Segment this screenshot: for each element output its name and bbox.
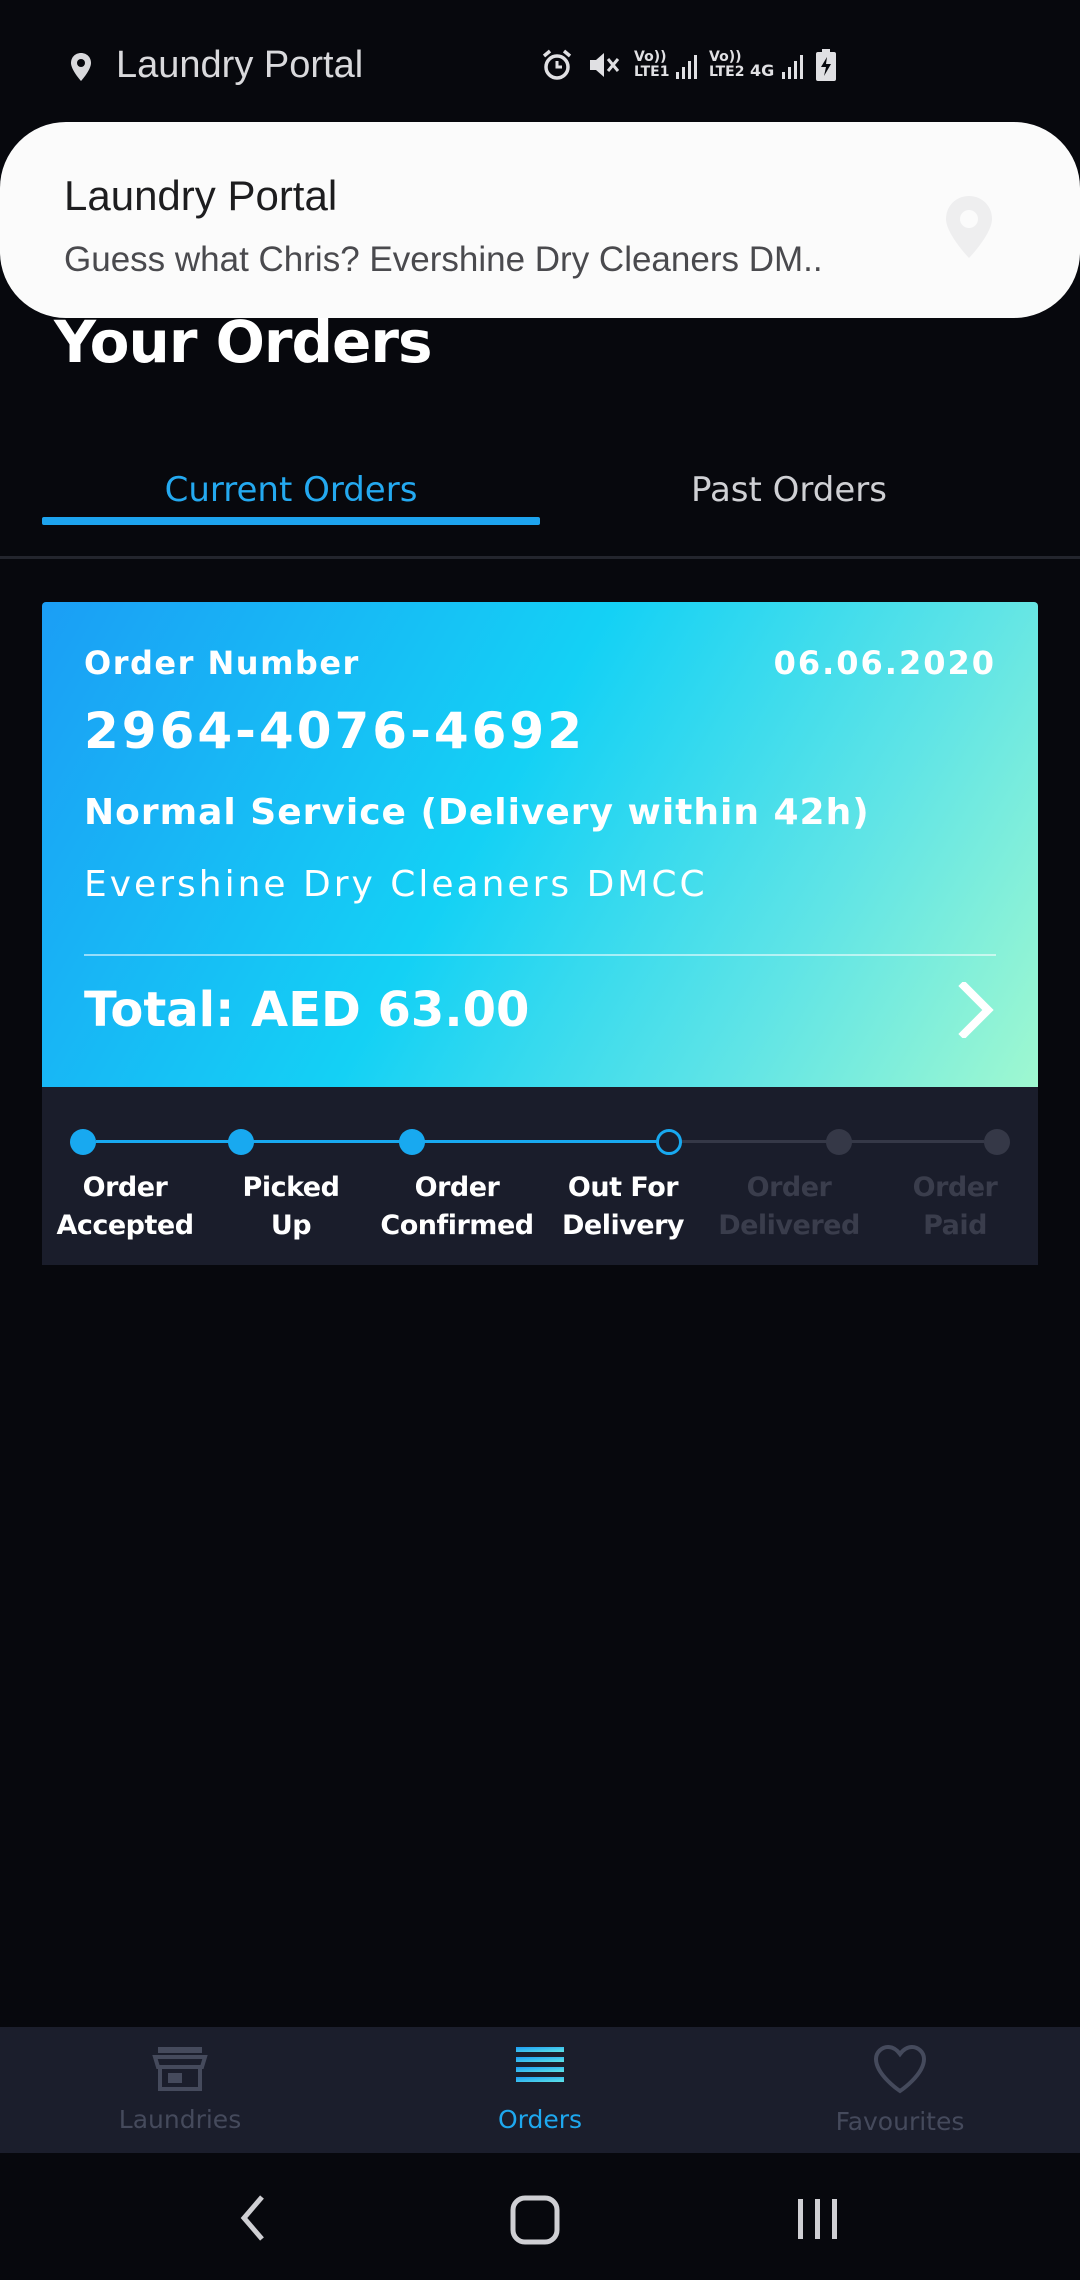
store-icon bbox=[152, 2047, 208, 2091]
order-tabs: Current Orders Past Orders bbox=[0, 455, 1080, 560]
step-dot bbox=[70, 1129, 96, 1155]
mute-icon bbox=[590, 53, 620, 77]
page-title: Your Orders bbox=[54, 308, 432, 376]
step-label: Order Paid bbox=[912, 1172, 998, 1241]
order-date: 06.06.2020 bbox=[773, 644, 996, 682]
4g-label: 4G bbox=[750, 61, 775, 80]
chevron-right-icon[interactable] bbox=[956, 982, 996, 1038]
step-label: Order Delivered bbox=[718, 1172, 860, 1241]
lte1-label: Vo)) LTE1 bbox=[634, 49, 670, 80]
tab-current-orders[interactable]: Current Orders bbox=[42, 455, 540, 525]
list-icon bbox=[516, 2047, 564, 2082]
step-label: Picked Up bbox=[242, 1172, 340, 1241]
card-divider bbox=[84, 954, 996, 956]
battery-charging-icon bbox=[816, 49, 836, 81]
recent-apps-icon[interactable] bbox=[792, 2193, 844, 2243]
service-type: Normal Service (Delivery within 42h) bbox=[84, 792, 870, 833]
status-icons: Vo)) LTE1 Vo)) LTE2 4G bbox=[540, 48, 837, 82]
active-tab-indicator bbox=[42, 517, 540, 525]
notification-banner[interactable]: Laundry Portal Guess what Chris? Evershi… bbox=[0, 122, 1080, 318]
nav-laundries[interactable]: Laundries bbox=[0, 2027, 360, 2153]
tracker-step-out-for-delivery: Out For Delivery bbox=[540, 1087, 706, 1265]
tab-past-orders[interactable]: Past Orders bbox=[540, 455, 1038, 525]
step-label: Order Accepted bbox=[56, 1172, 194, 1241]
lte2-label: Vo)) LTE2 bbox=[709, 49, 745, 80]
home-icon[interactable] bbox=[508, 2193, 564, 2247]
order-status-tracker: Order Accepted Picked Up Order Confirmed Ou… bbox=[42, 1087, 1038, 1265]
step-dot bbox=[984, 1129, 1010, 1155]
step-label: Out For Delivery bbox=[561, 1172, 685, 1241]
order-number-label: Order Number bbox=[84, 644, 360, 682]
tracker-step-order-paid: Order Paid bbox=[872, 1087, 1038, 1265]
status-app-name: Laundry Portal bbox=[116, 44, 364, 86]
lte1-signal: Vo)) LTE1 bbox=[634, 50, 697, 80]
notification-body: Guess what Chris? Evershine Dry Cleaners… bbox=[64, 240, 823, 279]
nav-orders[interactable]: Orders bbox=[360, 2027, 720, 2153]
laundry-name: Evershine Dry Cleaners DMCC bbox=[84, 864, 708, 905]
alarm-icon bbox=[542, 49, 572, 80]
order-card[interactable]: Order Number 06.06.2020 2964-4076-4692 N… bbox=[42, 602, 1038, 1087]
bottom-navigation: Laundries Orders Favourites bbox=[0, 2027, 1080, 2153]
step-dot bbox=[399, 1129, 425, 1155]
order-total: Total: AED 63.00 bbox=[84, 982, 530, 1038]
heart-icon bbox=[873, 2044, 927, 2094]
notification-title: Laundry Portal bbox=[64, 172, 338, 219]
nav-orders-label: Orders bbox=[497, 2105, 583, 2134]
tracker-step-order-confirmed: Order Confirmed bbox=[374, 1087, 540, 1265]
nav-favourites[interactable]: Favourites bbox=[720, 2027, 1080, 2153]
notification-location-icon bbox=[946, 196, 992, 258]
nav-favourites-label: Favourites bbox=[835, 2107, 965, 2136]
tracker-step-picked-up: Picked Up bbox=[208, 1087, 374, 1265]
step-dot bbox=[656, 1129, 682, 1155]
tracker-step-order-delivered: Order Delivered bbox=[706, 1087, 872, 1265]
status-bar: Laundry Portal Vo)) LTE1 Vo)) LTE2 4G bbox=[0, 0, 1080, 130]
signal-bars-icon bbox=[676, 55, 697, 79]
nav-laundries-label: Laundries bbox=[118, 2105, 242, 2134]
lte2-signal: Vo)) LTE2 4G bbox=[709, 50, 803, 80]
step-dot bbox=[228, 1129, 254, 1155]
tabs-divider bbox=[0, 556, 1080, 559]
location-pin-icon bbox=[71, 53, 91, 81]
signal-bars-icon bbox=[782, 55, 803, 79]
back-icon[interactable] bbox=[236, 2193, 272, 2243]
order-number: 2964-4076-4692 bbox=[84, 702, 585, 760]
tracker-step-order-accepted: Order Accepted bbox=[42, 1087, 208, 1265]
step-label: Order Confirmed bbox=[380, 1172, 534, 1241]
system-navigation-bar bbox=[0, 2153, 1080, 2280]
step-dot bbox=[826, 1129, 852, 1155]
